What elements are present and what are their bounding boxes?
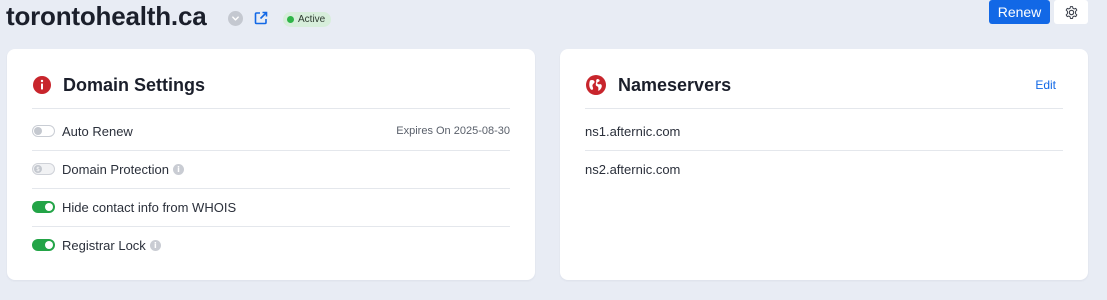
- info-circle-icon: [33, 76, 51, 94]
- divider: [585, 108, 1063, 109]
- external-link-icon[interactable]: [253, 10, 269, 26]
- domain-dropdown-button[interactable]: [228, 11, 243, 26]
- hide-whois-toggle[interactable]: [32, 201, 55, 213]
- registrar-lock-toggle[interactable]: [32, 239, 55, 251]
- edit-nameservers-link[interactable]: Edit: [1035, 78, 1056, 92]
- status-dot: [287, 16, 294, 23]
- nameservers-card: Nameservers Edit ns1.afternic.com ns2.af…: [560, 49, 1088, 280]
- setting-row-registrar-lock: Registrar Lock i: [32, 226, 510, 264]
- setting-label: Hide contact info from WHOIS: [62, 199, 237, 215]
- domain-protection-toggle[interactable]: $: [32, 163, 55, 175]
- settings-button[interactable]: [1054, 0, 1088, 24]
- globe-icon: [586, 75, 606, 95]
- status-badge: Active: [283, 12, 332, 27]
- auto-renew-toggle[interactable]: [32, 125, 55, 137]
- setting-row-domain-protection: $ Domain Protection i: [32, 150, 510, 188]
- gear-icon: [1065, 5, 1077, 19]
- dollar-icon: $: [34, 165, 42, 173]
- nameservers-header: Nameservers: [586, 72, 731, 98]
- setting-label: Registrar Lock: [62, 237, 146, 253]
- renew-button[interactable]: Renew: [989, 0, 1050, 24]
- info-icon[interactable]: i: [149, 239, 161, 251]
- status-label: Active: [298, 14, 326, 25]
- setting-label: Domain Protection: [62, 161, 169, 177]
- domain-settings-card: Domain Settings Auto Renew Expires On 20…: [7, 49, 535, 280]
- domain-settings-header: Domain Settings: [33, 72, 205, 98]
- nameserver-value: ns1.afternic.com: [585, 123, 681, 139]
- setting-row-auto-renew: Auto Renew Expires On 2025-08-30: [32, 112, 510, 150]
- toggle-knob: [34, 127, 42, 135]
- nameserver-value: ns2.afternic.com: [585, 161, 681, 177]
- toggle-knob: [45, 203, 53, 211]
- chevron-down-icon: [232, 16, 239, 21]
- info-icon[interactable]: i: [172, 163, 184, 175]
- toggle-knob: [45, 241, 53, 249]
- expires-date: Expires On 2025-08-30: [396, 125, 510, 137]
- divider: [32, 108, 510, 109]
- nameserver-item: ns1.afternic.com: [585, 112, 1063, 150]
- card-title: Domain Settings: [63, 74, 206, 95]
- page-header: torontohealth.ca Active Renew: [0, 0, 1107, 40]
- setting-row-hide-whois: Hide contact info from WHOIS: [32, 188, 510, 226]
- domain-title: torontohealth.ca: [6, 1, 207, 31]
- card-title: Nameservers: [618, 74, 732, 95]
- nameserver-item: ns2.afternic.com: [585, 150, 1063, 188]
- setting-label: Auto Renew: [62, 123, 133, 139]
